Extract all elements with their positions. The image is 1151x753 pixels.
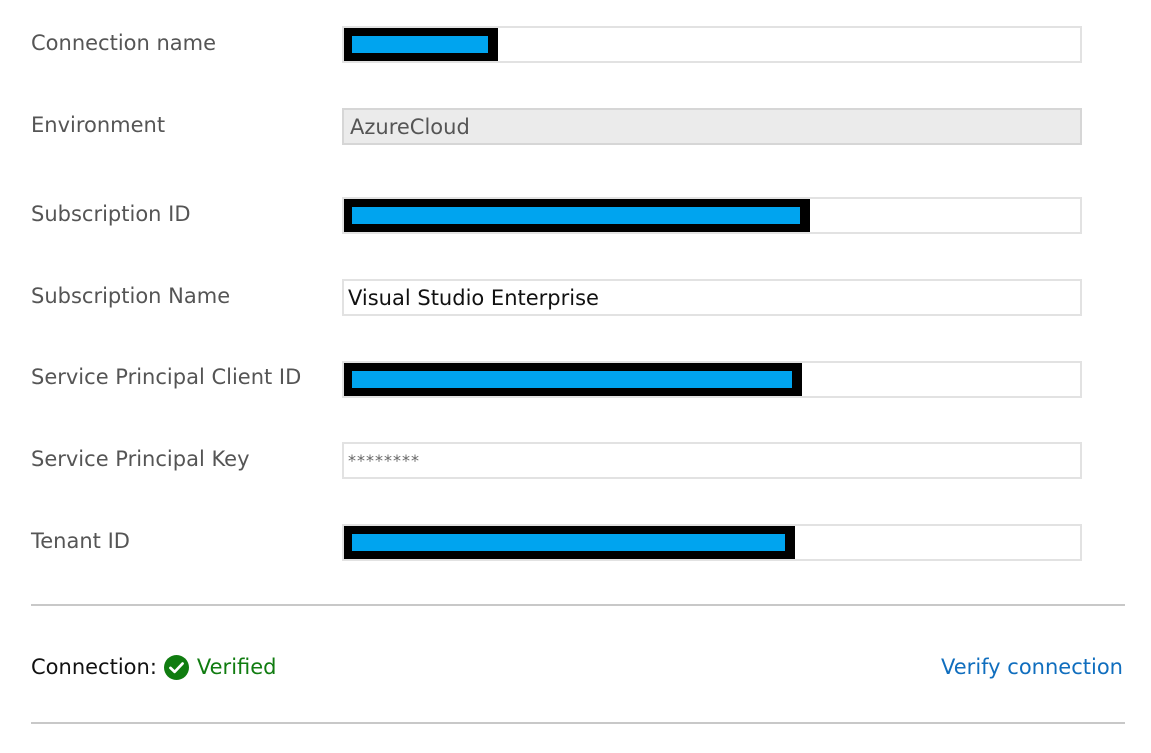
principal-key-label: Service Principal Key bbox=[31, 447, 250, 471]
connection-status-value: Verified bbox=[196, 655, 277, 679]
connection-name-input[interactable] bbox=[342, 26, 1082, 63]
subscription-name-label: Subscription Name bbox=[31, 284, 231, 308]
redaction-block bbox=[344, 28, 498, 61]
environment-field: AzureCloud bbox=[342, 108, 1082, 145]
tenant-id-input[interactable] bbox=[342, 524, 1082, 561]
tenant-id-label: Tenant ID bbox=[31, 529, 130, 553]
verify-connection-link[interactable]: Verify connection bbox=[941, 652, 1123, 682]
subscription-name-value: Visual Studio Enterprise bbox=[348, 286, 599, 310]
subscription-name-input[interactable]: Visual Studio Enterprise bbox=[342, 279, 1082, 316]
environment-value: AzureCloud bbox=[350, 115, 470, 139]
connection-label: Connection: bbox=[31, 655, 157, 679]
principal-key-input[interactable]: ******** bbox=[342, 442, 1082, 479]
connection-status: Connection: Verified bbox=[31, 652, 277, 682]
check-circle-icon bbox=[163, 654, 189, 680]
subscription-id-label: Subscription ID bbox=[31, 202, 191, 226]
redaction-block bbox=[344, 363, 802, 396]
divider-bottom bbox=[31, 722, 1125, 724]
principal-key-masked-value: ******** bbox=[348, 451, 420, 470]
connection-name-label: Connection name bbox=[31, 31, 217, 55]
environment-label: Environment bbox=[31, 113, 166, 137]
subscription-id-input[interactable] bbox=[342, 197, 1082, 234]
divider-top bbox=[31, 604, 1125, 606]
redaction-block bbox=[344, 199, 810, 232]
client-id-input[interactable] bbox=[342, 361, 1082, 398]
redaction-block bbox=[344, 526, 795, 559]
client-id-label: Service Principal Client ID bbox=[31, 365, 302, 389]
